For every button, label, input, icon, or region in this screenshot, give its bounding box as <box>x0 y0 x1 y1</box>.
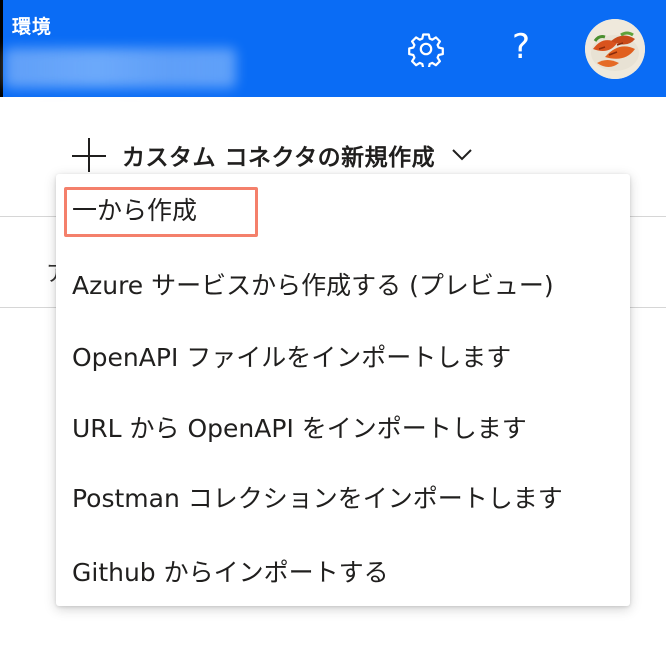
menu-item-label: Postman コレクションをインポートします <box>72 484 563 513</box>
avatar[interactable] <box>585 19 645 79</box>
menu-item-create-from-azure[interactable]: Azure サービスから作成する (プレビュー) <box>56 249 630 319</box>
new-custom-connector-label: カスタム コネクタの新規作成 <box>122 145 436 171</box>
new-custom-connector-button[interactable]: カスタム コネクタの新規作成 <box>72 136 473 174</box>
menu-item-import-github[interactable]: Github からインポートする <box>56 536 630 606</box>
menu-item-label: Github からインポートする <box>72 558 389 587</box>
menu-item-import-postman[interactable]: Postman コレクションをインポートします <box>56 462 630 532</box>
menu-item-label: URL から OpenAPI をインポートします <box>72 414 527 443</box>
environment-label: 環境 <box>12 16 53 38</box>
highlight-box <box>64 187 258 237</box>
window-edge <box>0 0 3 97</box>
environment-name-blurred[interactable] <box>4 48 236 88</box>
new-connector-dropdown-menu: 一から作成 Azure サービスから作成する (プレビュー) OpenAPI フ… <box>56 174 630 606</box>
plus-icon <box>72 138 106 172</box>
gear-icon[interactable] <box>408 31 444 67</box>
menu-item-create-from-blank[interactable]: 一から作成 <box>56 174 630 244</box>
avatar-image <box>585 19 645 79</box>
top-bar: 環境 ? <box>0 0 666 97</box>
help-icon[interactable]: ? <box>505 26 537 68</box>
chevron-down-icon <box>452 149 472 161</box>
menu-item-import-openapi-url[interactable]: URL から OpenAPI をインポートします <box>56 392 630 462</box>
menu-item-label: OpenAPI ファイルをインポートします <box>72 343 512 372</box>
menu-item-import-openapi-file[interactable]: OpenAPI ファイルをインポートします <box>56 321 630 391</box>
menu-item-label: Azure サービスから作成する (プレビュー) <box>72 271 554 300</box>
